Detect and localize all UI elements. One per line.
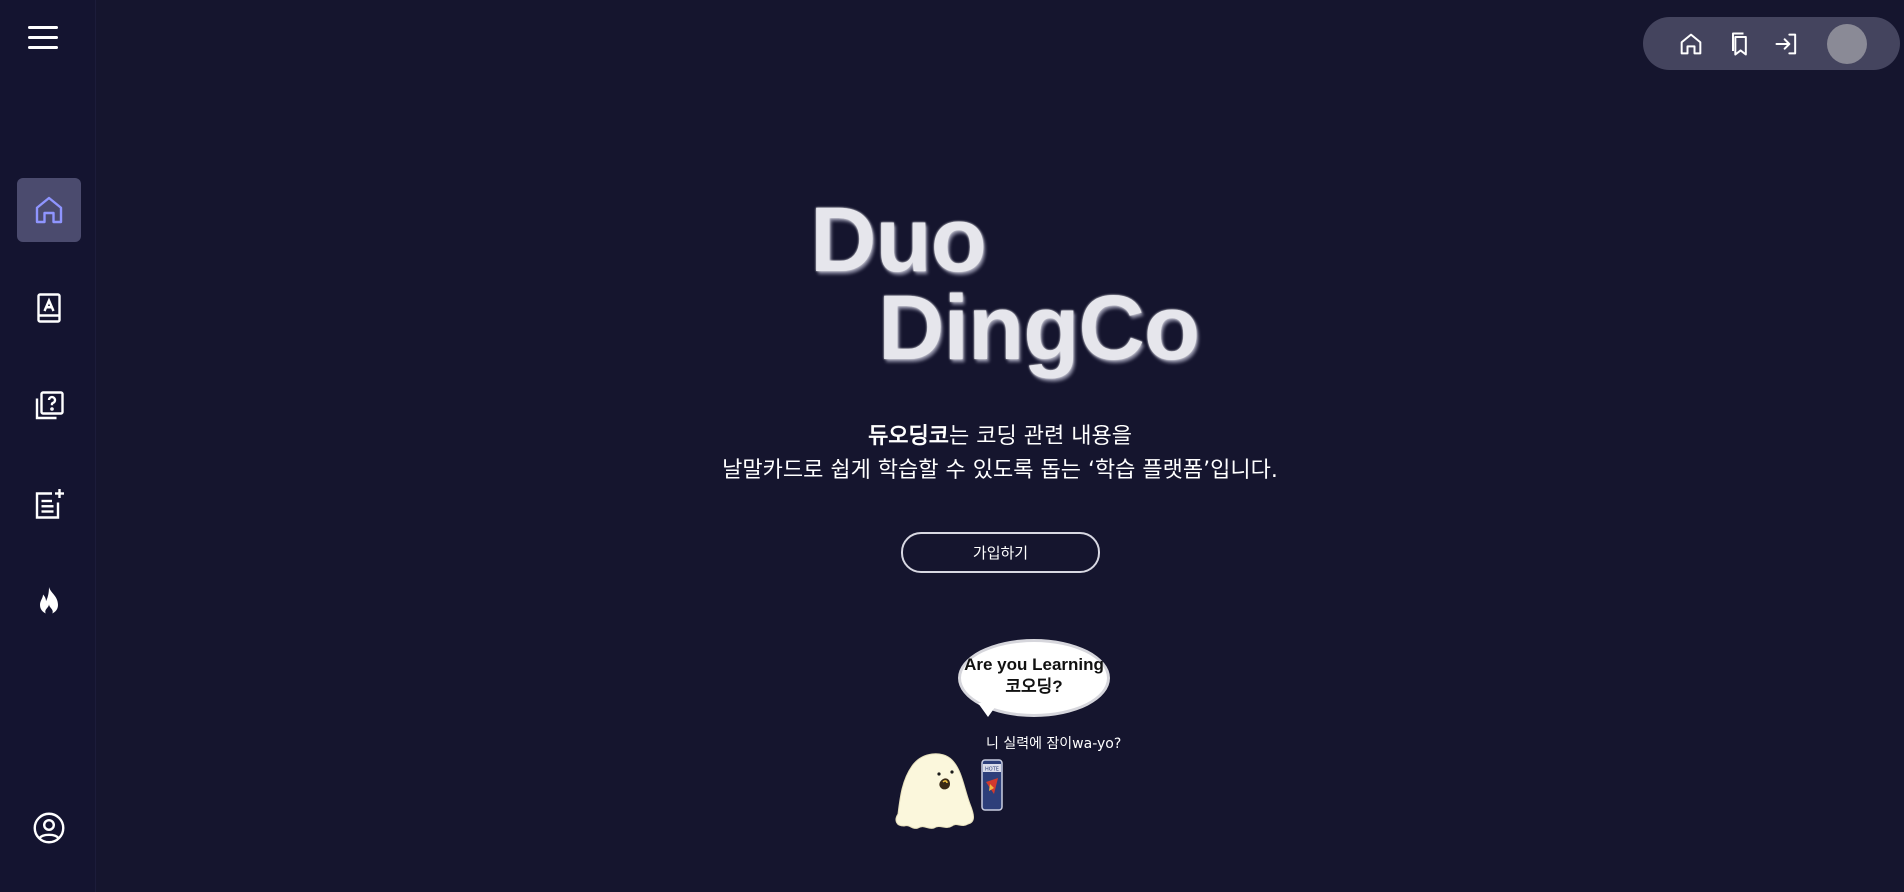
logo-line-2: DingCo: [878, 277, 1200, 379]
note-add-icon: [35, 489, 64, 519]
description-line-1-text: 는 코딩 관련 내용을: [949, 424, 1132, 449]
logo-line-1: Duo: [810, 189, 987, 291]
login-icon: [1775, 33, 1797, 55]
sidebar-item-hot[interactable]: [17, 570, 81, 634]
sidebar-item-add-post[interactable]: [17, 472, 81, 536]
top-nav-bar: [1643, 17, 1900, 70]
sidebar: [0, 0, 96, 892]
book-icon: [37, 293, 61, 323]
fire-icon: [40, 587, 58, 616]
drink-can-label: HOTE: [985, 767, 999, 773]
sidebar-item-home[interactable]: [17, 178, 81, 242]
hero-description: 듀오딩코는 코딩 관련 내용을 날말카드로 쉽게 학습할 수 있도록 돕는 ‘학…: [640, 420, 1360, 488]
top-login-button[interactable]: [1773, 30, 1801, 58]
bubble-line-2: 코오딩?: [1005, 677, 1063, 696]
bubble-line-1: Are you Learning: [964, 655, 1104, 674]
question-cards-icon: [35, 391, 64, 420]
home-icon: [35, 196, 63, 224]
duodingco-logo: Duo DingCo: [810, 190, 1210, 390]
sidebar-item-quiz[interactable]: [17, 374, 81, 438]
top-bookmarks-button[interactable]: [1726, 30, 1754, 58]
avatar[interactable]: [1827, 24, 1867, 64]
bookmarks-icon: [1732, 32, 1747, 56]
home-icon: [1680, 33, 1702, 55]
sidebar-item-study-book[interactable]: [17, 276, 81, 340]
description-line-2: 날말카드로 쉽게 학습할 수 있도록 돕는 ‘학습 플랫폼’입니다.: [722, 458, 1278, 483]
top-home-button[interactable]: [1677, 30, 1705, 58]
brand-name-bold: 듀오딩코: [868, 424, 950, 449]
sidebar-item-profile[interactable]: [17, 796, 81, 860]
description-line-1: 듀오딩코는 코딩 관련 내용을: [640, 420, 1360, 454]
signup-button[interactable]: 가입하기: [901, 532, 1100, 573]
ghost-mascot-illustration: HOTE: [895, 753, 1003, 829]
user-circle-icon: [33, 812, 65, 844]
hamburger-menu-icon[interactable]: [28, 26, 58, 52]
speech-bubble-tail: [978, 703, 998, 717]
